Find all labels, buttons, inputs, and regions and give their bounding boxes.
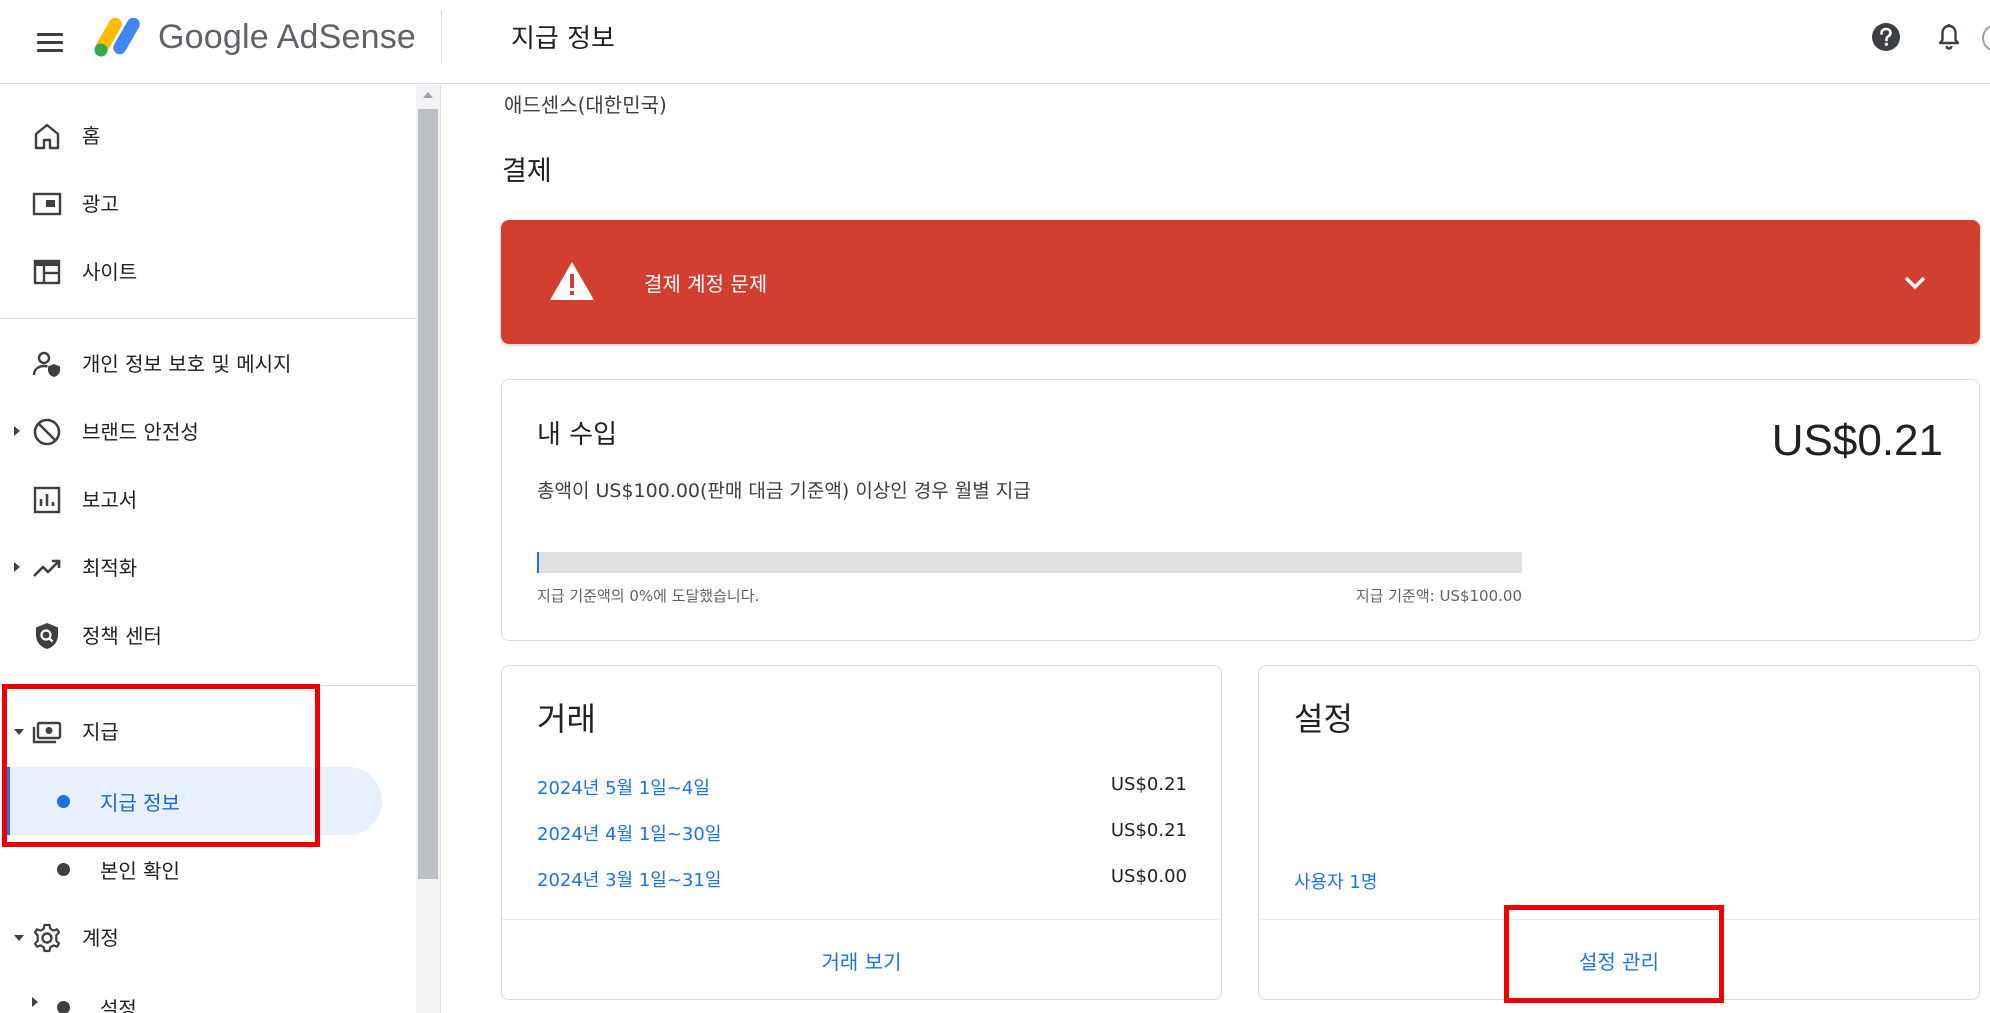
sidebar-subitem-label: 지급 정보 [100,791,180,815]
menu-icon-bar [37,32,63,36]
sidebar-item-sites[interactable]: 사이트 [0,242,416,300]
main-menu-button[interactable] [30,22,70,62]
sidebar-subitem-label: 설정 [100,997,137,1013]
notifications-bell-icon[interactable] [1934,22,1964,52]
reports-icon [33,486,61,514]
account-region-label: 애드센스(대한민국) [504,93,667,117]
alert-message: 결제 계정 문제 [644,272,768,296]
menu-icon-bar [37,48,63,52]
active-item-indicator [6,767,10,835]
section-title: 결제 [502,156,552,187]
view-transactions-button[interactable]: 거래 보기 [502,920,1221,1000]
sidebar-divider [0,318,416,319]
transaction-period-link[interactable]: 2024년 4월 1일~30일 [537,820,721,846]
sidebar-item-label: 광고 [82,192,119,216]
scroll-up-arrow-icon[interactable] [423,92,433,98]
sidebar-item-label: 최적화 [82,556,138,580]
threshold-progress-text: 지급 기준액의 0%에 도달했습니다. [537,587,760,605]
sidebar-item-label: 개인 정보 보호 및 메시지 [82,352,292,376]
sidebar-subitem-settings[interactable]: 설정 [0,973,416,1013]
sidebar-item-account[interactable]: 계정 [0,908,416,966]
block-icon [33,418,61,446]
manage-settings-button[interactable]: 설정 관리 [1259,920,1979,1000]
sidebar-item-label: 계정 [82,926,119,950]
trending-up-icon [33,559,61,577]
sidebar-item-label: 정책 센터 [82,624,162,648]
chevron-down-icon[interactable] [1901,270,1929,294]
sidebar-subitem-label: 본인 확인 [100,859,180,883]
transaction-row: 2024년 4월 1일~30일 US$0.21 [537,820,1187,850]
top-app-bar: Google AdSense 지급 정보 [0,0,1990,84]
sites-icon [33,259,61,285]
transaction-row: 2024년 3월 1일~31일 US$0.00 [537,866,1187,896]
page-title: 지급 정보 [511,24,615,54]
earnings-title: 내 수입 [537,420,618,450]
threshold-progress-bar [537,552,1522,573]
sidebar-item-ads[interactable]: 광고 [0,174,416,232]
transaction-row: 2024년 5월 1일~4일 US$0.21 [537,774,1187,804]
adsense-logo-icon [94,17,140,57]
transaction-amount: US$0.21 [1110,774,1187,795]
sidebar-item-reports[interactable]: 보고서 [0,470,416,528]
transactions-title: 거래 [537,700,596,738]
settings-title: 설정 [1294,700,1353,738]
collapse-caret-icon[interactable] [14,935,24,941]
ads-icon [32,192,62,216]
header-divider [441,10,442,64]
app-name: Google AdSense [158,18,416,56]
warning-icon [550,262,594,300]
account-avatar[interactable] [1982,24,1990,52]
transaction-amount: US$0.00 [1110,866,1187,887]
policy-shield-icon [36,623,58,649]
help-icon[interactable] [1871,22,1901,52]
users-link[interactable]: 사용자 1명 [1294,868,1377,894]
sidebar-item-policy-center[interactable]: 정책 센터 [0,606,416,664]
payment-threshold-description: 총액이 US$100.00(판매 대금 기준액) 이상인 경우 월별 지급 [537,480,1031,502]
threshold-progress-fill [537,552,540,573]
sidebar-subitem-payment-info[interactable]: 지급 정보 [0,767,416,835]
transaction-amount: US$0.21 [1110,820,1187,841]
bullet-dot-icon [57,795,70,808]
menu-icon-bar [37,40,63,44]
sidebar-subitem-identity-verification[interactable]: 본인 확인 [0,835,416,903]
sidebar-item-label: 사이트 [82,260,138,284]
billing-account-alert[interactable]: 결제 계정 문제 [501,220,1980,344]
expand-caret-icon[interactable] [14,562,20,572]
sidebar-divider [0,685,416,686]
gear-icon [33,923,61,953]
sidebar-item-home[interactable]: 홈 [0,106,416,164]
sidebar-item-label: 보고서 [82,488,138,512]
sidebar-item-label: 지급 [82,720,119,744]
sidebar-item-optimization[interactable]: 최적화 [0,538,416,596]
sidebar-item-label: 홈 [82,124,101,148]
sidebar-nav: 홈 광고 사이트 개인 정보 보호 및 메시지 브랜드 안전성 보고서 최적화 … [0,85,441,1013]
sidebar-item-label: 브랜드 안전성 [82,420,199,444]
sidebar-item-privacy-messages[interactable]: 개인 정보 보호 및 메시지 [0,334,416,392]
expand-caret-icon[interactable] [32,997,38,1007]
expand-caret-icon[interactable] [14,426,20,436]
threshold-amount-text: 지급 기준액: US$100.00 [1355,587,1522,605]
collapse-caret-icon[interactable] [14,729,24,735]
earnings-amount: US$0.21 [1771,416,1943,465]
bullet-dot-icon [57,1001,70,1013]
payments-icon [32,721,62,744]
settings-card: 설정 사용자 1명 설정 관리 [1258,665,1980,1000]
sidebar-scrollbar-thumb[interactable] [418,109,438,879]
main-content: 애드센스(대한민국) 결제 결제 계정 문제 내 수입 US$0.21 총액이 … [442,85,1990,1013]
privacy-icon [32,351,60,377]
earnings-card: 내 수입 US$0.21 총액이 US$100.00(판매 대금 기준액) 이상… [501,379,1980,641]
sidebar-item-brand-safety[interactable]: 브랜드 안전성 [0,402,416,460]
bullet-dot-icon [57,863,70,876]
transactions-card: 거래 2024년 5월 1일~4일 US$0.21 2024년 4월 1일~30… [501,665,1222,1000]
transaction-period-link[interactable]: 2024년 3월 1일~31일 [537,866,721,892]
home-icon [34,123,60,150]
sidebar-item-payments[interactable]: 지급 [0,702,416,760]
transaction-period-link[interactable]: 2024년 5월 1일~4일 [537,774,710,800]
